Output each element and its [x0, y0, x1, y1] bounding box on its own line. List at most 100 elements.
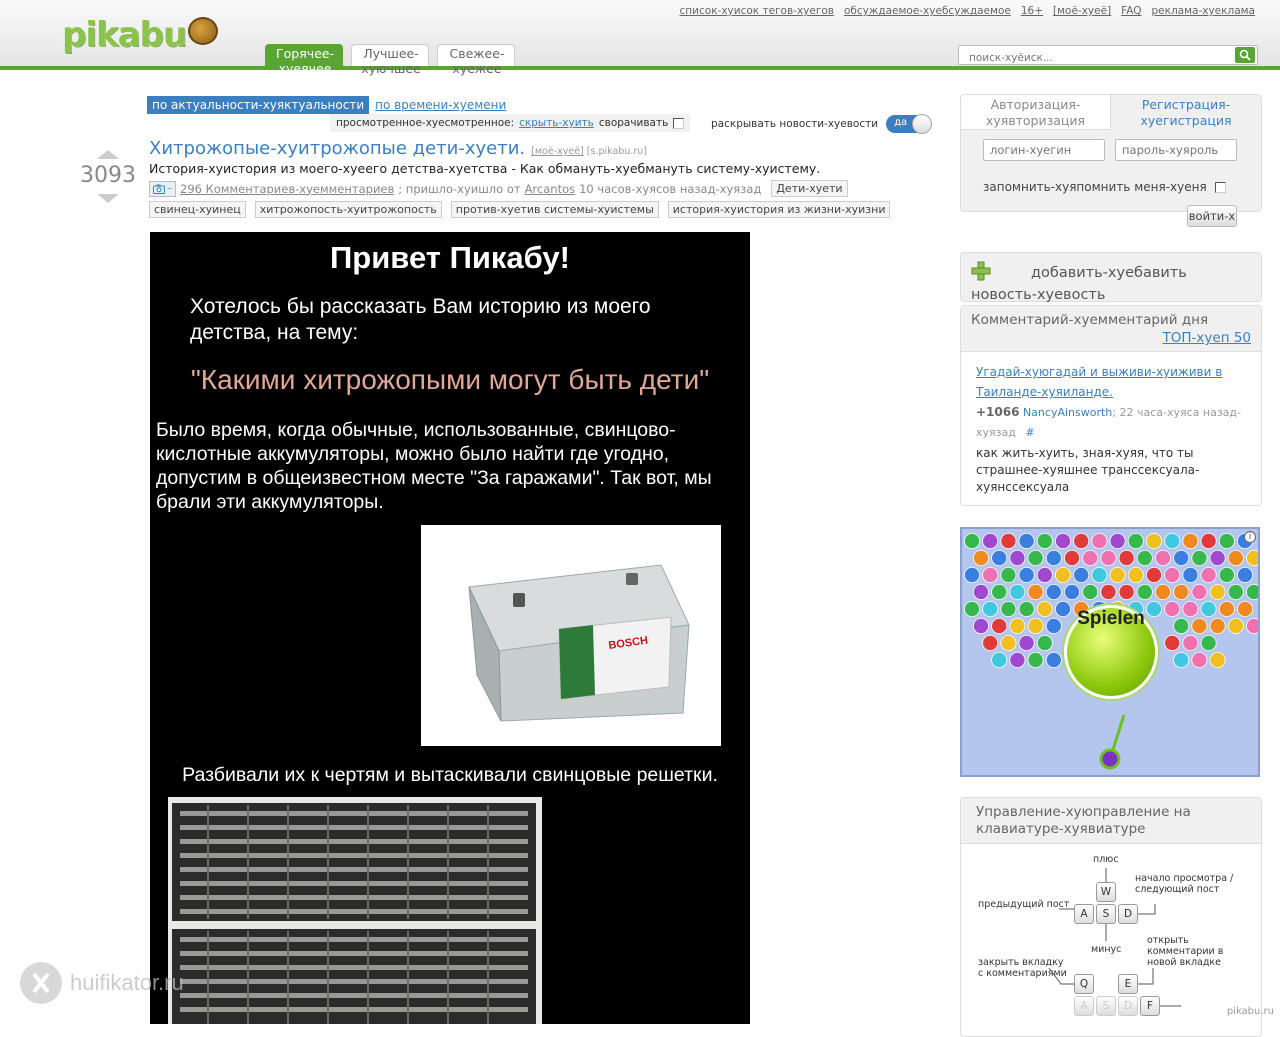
bubble — [1136, 549, 1153, 566]
play-button[interactable]: Spielen — [1064, 605, 1158, 699]
top-links: список-хуисок тегов-хуегов обсуждаемое-х… — [680, 5, 1255, 17]
game-ad[interactable]: Spielen i — [960, 527, 1260, 777]
post-source: [s.pikabu.ru] — [586, 146, 648, 157]
post-mine-link[interactable]: [моё-хуеё] — [531, 146, 584, 157]
post-tags: свинец-хуинец хитрожопость-хуитрожопость… — [149, 201, 939, 218]
toggle-knob — [912, 114, 933, 134]
bubble — [982, 533, 999, 549]
watermark: huifikator.ru — [20, 962, 184, 1004]
bubble — [1036, 567, 1053, 584]
top-link-age[interactable]: 16+ — [1021, 5, 1043, 17]
bubble — [1182, 533, 1199, 549]
tab-fresh[interactable]: Свежее-хуежее — [437, 44, 515, 76]
image-paragraph: Было время, когда обычные, использованны… — [156, 419, 712, 513]
hide-viewed-link[interactable]: скрыть-хуить — [519, 117, 594, 129]
remember-me: запомнить-хуяпомнить меня-хуеня — [983, 180, 1226, 194]
comments-link[interactable]: 296 Комментариев-хуемментариев — [180, 182, 394, 196]
logo-text: pikabu — [62, 15, 187, 55]
expand-toggle[interactable]: да — [886, 114, 933, 134]
comment-permalink[interactable]: # — [1025, 426, 1034, 439]
tag-item[interactable]: свинец-хуинец — [149, 201, 246, 218]
bubble — [1091, 533, 1108, 549]
bubble — [1209, 549, 1226, 566]
remember-checkbox[interactable] — [1214, 181, 1226, 193]
sort-time[interactable]: по времени-хуемени — [375, 98, 506, 112]
bubble — [1009, 584, 1026, 601]
comment-of-day-title: Комментарий-хуемментарий дня — [971, 312, 1209, 328]
bubble — [1164, 533, 1181, 549]
comment-meta: +1066 NancyAinsworth; 22 часа-хуяса наза… — [976, 402, 1246, 443]
tab-register[interactable]: Регистрация-хуегистрация — [1111, 95, 1261, 130]
tag-item[interactable]: хитрожопость-хуитрожопость — [254, 201, 442, 218]
top-link-tags[interactable]: список-хуисок тегов-хуегов — [680, 5, 834, 17]
bubble — [964, 533, 980, 549]
collapse-checkbox[interactable] — [673, 117, 685, 129]
bubble — [1082, 584, 1099, 601]
bubble — [1091, 567, 1108, 584]
comment-user[interactable]: NancyAinsworth — [1023, 406, 1112, 419]
bubble — [991, 652, 1008, 669]
bubble — [1191, 584, 1208, 601]
search-input[interactable] — [959, 49, 1229, 67]
bubble — [1000, 533, 1017, 549]
bubble — [1036, 635, 1053, 652]
bubble — [1018, 533, 1035, 549]
bubble — [1000, 601, 1017, 618]
bubble — [1045, 618, 1062, 635]
comment-post-link[interactable]: Угадай-хуюгадай и выживи-хуиживи в Таила… — [976, 365, 1222, 399]
top-link-faq[interactable]: FAQ — [1121, 5, 1141, 17]
add-news-label: добавить-хуебавить новость-хуевость — [971, 265, 1187, 303]
login-input[interactable] — [983, 139, 1105, 161]
site-logo[interactable]: pikabu — [62, 14, 219, 56]
tab-login[interactable]: Авторизация-хуявторизация — [961, 95, 1111, 130]
bubble — [1009, 618, 1026, 635]
bubble — [1173, 618, 1190, 635]
bubble — [1055, 567, 1072, 584]
vote-down-icon[interactable] — [97, 194, 119, 203]
post-title[interactable]: Хитрожопые-хуитрожопые дети-хуети. — [149, 138, 525, 159]
bubble — [1200, 601, 1217, 618]
tab-best[interactable]: Лучшее-хуючшее — [351, 44, 429, 76]
tab-hot[interactable]: Горячее-хуеячее — [265, 44, 343, 76]
post-mine: [моё-хуеё] [s.pikabu.ru] — [531, 146, 647, 157]
bubble — [1191, 618, 1208, 635]
bubble — [1246, 584, 1258, 600]
post-description: История-хуистория из моего-хуеего детств… — [149, 161, 821, 176]
tag-item[interactable]: история-хуистория из жизни-хуизни — [667, 201, 891, 218]
comment-of-day-header: Комментарий-хуемментарий дня ТОП-хуеп 50 — [961, 306, 1261, 352]
post-type-badge[interactable]: – — [149, 180, 176, 197]
password-input[interactable] — [1115, 139, 1237, 161]
search-button[interactable] — [1235, 47, 1255, 63]
battery-photo: BOSCH — [421, 525, 721, 746]
top-link-mine[interactable]: [моё-хуеё] — [1053, 5, 1111, 17]
top-link-discussed[interactable]: обсуждаемое-хуебсуждаемое — [844, 5, 1011, 17]
info-icon[interactable]: i — [1244, 531, 1256, 543]
bubble — [1145, 567, 1162, 584]
top-link-ads[interactable]: реклама-хуеклама — [1152, 5, 1256, 17]
top50-link[interactable]: ТОП-хуеп 50 — [1163, 330, 1251, 346]
login-button[interactable]: войти-х — [1187, 205, 1237, 227]
bubble — [1200, 533, 1217, 549]
bubble — [1009, 549, 1026, 566]
tag-inline[interactable]: Дети-хуети — [771, 180, 848, 197]
add-news-button[interactable]: добавить-хуебавить новость-хуевость — [960, 252, 1262, 303]
bubble — [1009, 652, 1026, 669]
bubble — [1036, 533, 1053, 549]
author-link[interactable]: Arcantos — [525, 182, 576, 196]
image-credit: pikabu.ru — [1226, 1006, 1274, 1017]
bubble — [1082, 549, 1099, 566]
bubble — [1218, 601, 1235, 618]
sort-relevance[interactable]: по актуальности-хуяктуальности — [147, 96, 370, 114]
vote-up-icon[interactable] — [97, 150, 119, 159]
bubble — [982, 635, 999, 652]
bubble — [982, 601, 999, 618]
lead-grids-photo — [168, 797, 542, 1024]
collapse-label: сворачивать — [598, 117, 669, 129]
posted-prefix: ; пришло-хуишло от — [398, 181, 521, 196]
expand-option: раскрывать новости-хуевости да — [711, 114, 933, 134]
tag-item[interactable]: против-хуетив системы-хуистемы — [450, 201, 659, 218]
camera-icon — [153, 184, 165, 194]
bubble — [1109, 567, 1126, 584]
bubble — [1045, 584, 1062, 601]
comment-text: как жить-хуить, зная-хуяя, что ты страшн… — [976, 446, 1200, 494]
